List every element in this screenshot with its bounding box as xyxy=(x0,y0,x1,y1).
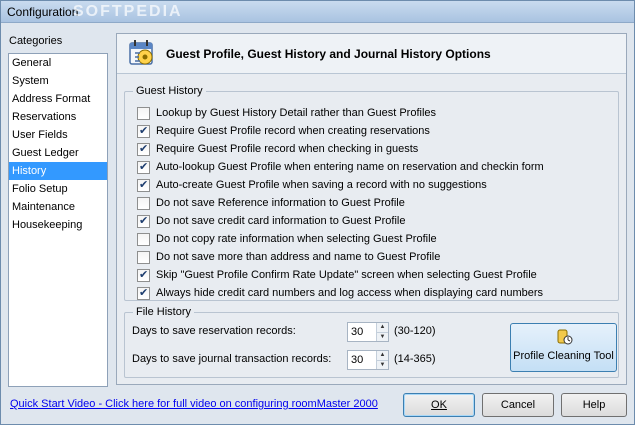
calendar-config-icon xyxy=(129,40,153,65)
checkbox-checked[interactable] xyxy=(137,268,150,282)
guest-history-option[interactable]: Require Guest Profile record when checki… xyxy=(137,141,418,157)
guest-history-option[interactable]: Do not save more than address and name t… xyxy=(137,249,440,265)
checkbox-checked[interactable] xyxy=(137,142,150,156)
category-item-user-fields[interactable]: User Fields xyxy=(9,126,107,144)
guest-history-option-label: Skip "Guest Profile Confirm Rate Update"… xyxy=(156,269,537,281)
checkbox-unchecked[interactable] xyxy=(137,232,150,246)
journal-days-label: Days to save journal transaction records… xyxy=(132,353,332,365)
guest-history-option[interactable]: Auto-create Guest Profile when saving a … xyxy=(137,177,487,193)
guest-history-option[interactable]: Do not copy rate information when select… xyxy=(137,231,437,247)
guest-history-option[interactable]: Always hide credit card numbers and log … xyxy=(137,285,543,301)
checkbox-unchecked[interactable] xyxy=(137,250,150,264)
guest-history-group: Guest History Lookup by Guest History De… xyxy=(124,85,619,301)
guest-history-option-label: Do not save credit card information to G… xyxy=(156,215,406,227)
title-bar: Configuration SOFTPEDIA xyxy=(1,1,634,23)
guest-history-option[interactable]: Do not save credit card information to G… xyxy=(137,213,405,229)
category-item-guest-ledger[interactable]: Guest Ledger xyxy=(9,144,107,162)
categories-list[interactable]: General System Address Format Reservations U… xyxy=(8,53,108,387)
category-item-address-format[interactable]: Address Format xyxy=(9,90,107,108)
checkbox-checked[interactable] xyxy=(137,178,150,192)
cleaning-tool-icon xyxy=(557,329,572,345)
guest-history-option[interactable]: Auto-lookup Guest Profile when entering … xyxy=(137,159,544,175)
category-item-folio-setup[interactable]: Folio Setup xyxy=(9,180,107,198)
reservation-days-value[interactable]: 30 xyxy=(348,323,376,341)
checkbox-checked[interactable] xyxy=(137,160,150,174)
checkbox-unchecked[interactable] xyxy=(137,196,150,210)
reservation-days-label: Days to save reservation records: xyxy=(132,325,296,337)
window-title: Configuration xyxy=(7,5,79,19)
category-item-housekeeping[interactable]: Housekeeping xyxy=(9,216,107,234)
spin-up-icon[interactable]: ▲ xyxy=(377,351,388,361)
ok-button[interactable]: OK xyxy=(403,393,475,417)
guest-history-option-label: Always hide credit card numbers and log … xyxy=(156,287,544,299)
spin-down-icon[interactable]: ▼ xyxy=(377,333,388,342)
category-item-reservations[interactable]: Reservations xyxy=(9,108,107,126)
guest-history-option-label: Do not save more than address and name t… xyxy=(156,251,441,263)
guest-history-option[interactable]: Do not save Reference information to Gue… xyxy=(137,195,405,211)
journal-days-value[interactable]: 30 xyxy=(348,351,376,369)
reservation-days-stepper[interactable]: 30 ▲ ▼ xyxy=(347,322,389,342)
category-item-general[interactable]: General xyxy=(9,54,107,72)
checkbox-checked[interactable] xyxy=(137,124,150,138)
quick-start-video-link[interactable]: Quick Start Video - Click here for full … xyxy=(10,398,378,410)
guest-history-option-label: Auto-lookup Guest Profile when entering … xyxy=(156,161,544,173)
guest-history-option[interactable]: Require Guest Profile record when creati… xyxy=(137,123,430,139)
category-item-history[interactable]: History xyxy=(9,162,107,180)
help-button[interactable]: Help xyxy=(561,393,627,417)
spin-down-icon[interactable]: ▼ xyxy=(377,361,388,370)
guest-history-option-label: Do not copy rate information when select… xyxy=(156,233,437,245)
options-panel: Guest Profile, Guest History and Journal… xyxy=(116,33,627,385)
journal-days-range: (14-365) xyxy=(394,353,436,365)
guest-history-option-label: Require Guest Profile record when checki… xyxy=(156,143,419,155)
profile-cleaning-tool-label: Profile Cleaning Tool xyxy=(513,350,614,362)
checkbox-unchecked[interactable] xyxy=(137,106,150,120)
panel-title: Guest Profile, Guest History and Journal… xyxy=(166,47,491,61)
cancel-button[interactable]: Cancel xyxy=(482,393,554,417)
ok-button-label: OK xyxy=(431,399,447,411)
checkbox-checked[interactable] xyxy=(137,214,150,228)
guest-history-option-label: Auto-create Guest Profile when saving a … xyxy=(156,179,487,191)
category-item-maintenance[interactable]: Maintenance xyxy=(9,198,107,216)
watermark: SOFTPEDIA xyxy=(73,3,183,20)
file-history-group: File History Days to save reservation re… xyxy=(124,306,619,378)
guest-history-option[interactable]: Lookup by Guest History Detail rather th… xyxy=(137,105,436,121)
profile-cleaning-tool-button[interactable]: Profile Cleaning Tool xyxy=(510,323,617,372)
configuration-window: Configuration SOFTPEDIA Categories Gener… xyxy=(0,0,635,425)
categories-label: Categories xyxy=(9,35,63,47)
guest-history-option[interactable]: Skip "Guest Profile Confirm Rate Update"… xyxy=(137,267,537,283)
spin-up-icon[interactable]: ▲ xyxy=(377,323,388,333)
category-item-system[interactable]: System xyxy=(9,72,107,90)
guest-history-option-label: Require Guest Profile record when creati… xyxy=(156,125,430,137)
panel-header: Guest Profile, Guest History and Journal… xyxy=(117,34,626,74)
guest-history-legend: Guest History xyxy=(133,85,206,97)
checkbox-checked[interactable] xyxy=(137,286,150,300)
file-history-legend: File History xyxy=(133,306,195,318)
guest-history-option-label: Lookup by Guest History Detail rather th… xyxy=(156,107,437,119)
guest-history-option-label: Do not save Reference information to Gue… xyxy=(156,197,405,209)
journal-days-stepper[interactable]: 30 ▲ ▼ xyxy=(347,350,389,370)
reservation-days-range: (30-120) xyxy=(394,325,436,337)
